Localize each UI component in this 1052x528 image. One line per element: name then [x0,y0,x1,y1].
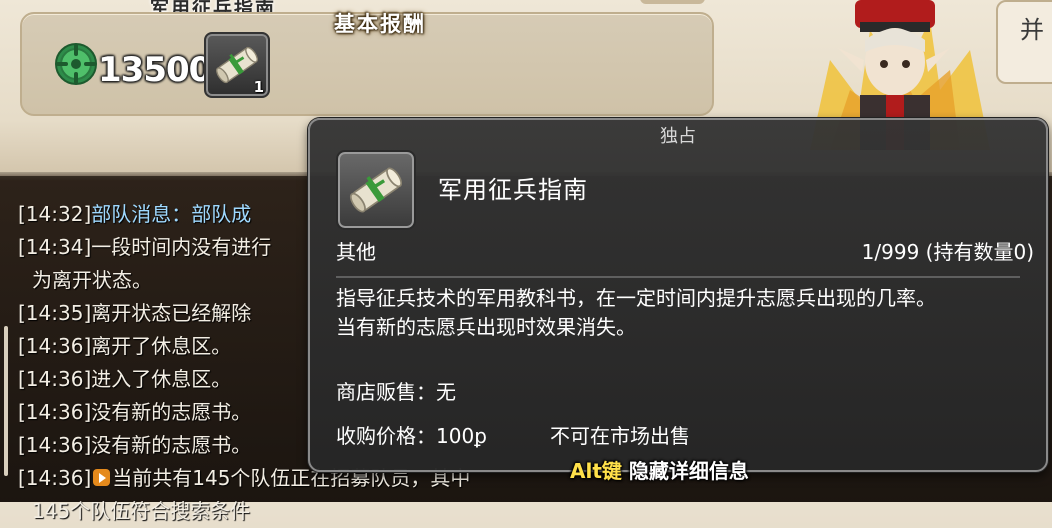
tooltip-description: 指导征兵技术的军用教科书，在一定时间内提升志愿兵出现的几率。 当有新的志愿兵出现… [336,284,1020,342]
chat-time: [14:36] [18,466,92,490]
chat-time: [14:32] [18,202,92,226]
tooltip-shop-sell: 商店贩售：无 [336,380,456,404]
chat-text: 进入了休息区。 [91,367,232,391]
tooltip-market-status: 不可在市场出售 [550,424,690,448]
chat-text: 离开状态已经解除 [91,301,252,325]
chat-text: 145个队伍符合搜索条件 [32,499,251,523]
tooltip-header: 独占 [660,126,696,147]
gil-symbol: ꝑ [474,424,487,448]
scroll-icon [349,167,403,213]
tooltip-item-category: 其他 [336,240,376,264]
chat-text: 一段时间内没有进行 [91,235,272,259]
chat-text: 为离开状态。 [32,268,152,292]
chat-text: 没有新的志愿书。 [91,433,252,457]
tooltip-buy-price: 收购价格：100ꝑ [336,420,487,449]
item-tooltip: 独占 军用征兵指南 其他 1/999 (持有数量0) 指导征兵技术的军用教科书，… [308,118,1048,472]
chat-time: [14:36] [18,367,92,391]
alt-key-label: Alt键 [570,459,622,483]
chat-time: [14:35] [18,301,92,325]
chat-time: [14:34] [18,235,92,259]
chat-text: 部队消息：部队成 [91,202,252,226]
reward-title: 基本报酬 [334,12,426,36]
tooltip-description-line: 指导征兵技术的军用教科书，在一定时间内提升志愿兵出现的几率。 [336,286,936,310]
chat-time: [14:36] [18,334,92,358]
tooltip-stack-info: 1/999 (持有数量0) [861,240,1034,264]
tooltip-item-name: 军用征兵指南 [438,176,588,204]
chat-time: [14:36] [18,433,92,457]
party-finder-icon [93,469,111,486]
reward-item-slot[interactable]: 1 [204,32,270,98]
alt-key-text: 隐藏详细信息 [628,459,749,483]
chat-text: 离开了休息区。 [91,334,232,358]
side-button[interactable]: 并 [996,0,1052,84]
chat-text: 没有新的志愿书。 [91,400,252,424]
grand-company-seal-icon [55,43,97,85]
side-button-label: 并 [1020,16,1044,44]
chat-scrollbar[interactable] [4,326,8,476]
reward-item-count: 1 [253,78,264,96]
tooltip-description-line: 当有新的志愿兵出现时效果消失。 [336,315,636,339]
tooltip-divider [336,276,1020,278]
chat-time: [14:36] [18,400,92,424]
seal-count: 13500 [98,50,212,90]
top-tab-right [640,0,705,4]
chat-line: 145个队伍符合搜索条件 [18,495,470,528]
tooltip-buy-price-text: 收购价格：100 [336,424,475,448]
alt-key-hint: Alt键 隐藏详细信息 [570,455,749,484]
tooltip-item-icon-frame [336,150,416,230]
